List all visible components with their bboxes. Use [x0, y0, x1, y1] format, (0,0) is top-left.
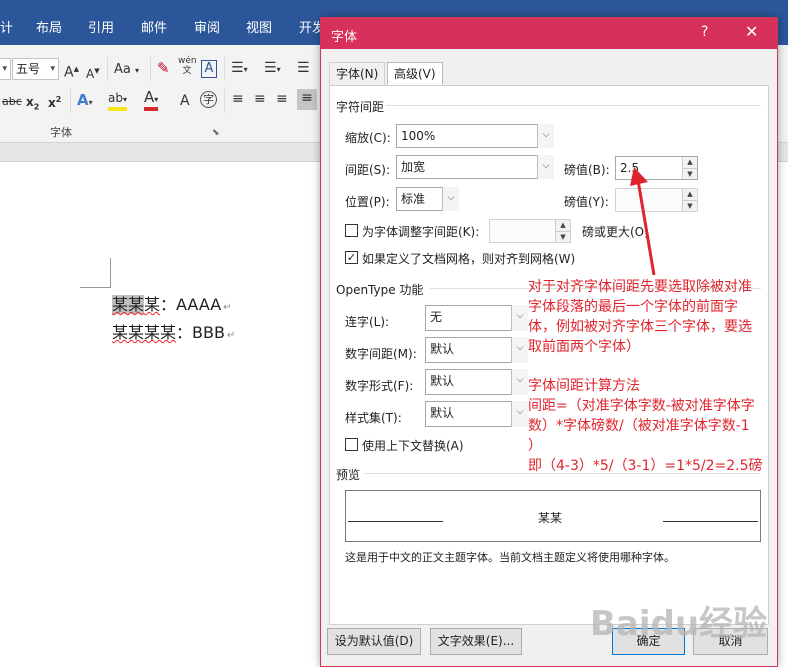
annotation-line: 取前面两个字体）	[528, 339, 640, 355]
annotation-line: 字体间距计算方法	[528, 378, 640, 394]
annotation-line: 字体段落的最后一个字体的前面字	[528, 299, 738, 315]
annotation-line: 间距=（对准字体字数-被对准字体字	[528, 398, 755, 414]
annotation-line: 对于对齐字体间距先要选取除被对准	[528, 279, 752, 295]
annotation-line: 体，例如被对齐字体三个字体，要选	[528, 319, 752, 335]
tab-advanced[interactable]: 高级(V)	[387, 62, 443, 85]
baidu-watermark: Baidu经验	[590, 596, 767, 645]
annotation-note-2: 字体间距计算方法 间距=（对准字体字数-被对准字体字 数）*字体磅数/（被对准字…	[528, 376, 763, 476]
annotation-note-1: 对于对齐字体间距先要选取除被对准 字体段落的最后一个字体的前面字 体，例如被对齐…	[528, 277, 752, 357]
annotation-arrow	[636, 179, 656, 276]
annotation-arrowhead	[630, 167, 648, 186]
annotation-line: 数）*字体磅数/（被对准字体字数-1	[528, 418, 750, 434]
annotation-line: 即（4-3）*5/（3-1）=1*5/2=2.5磅	[528, 458, 763, 474]
annotation-line: ）	[528, 438, 542, 454]
watermark-text: Baidu经验	[590, 604, 768, 644]
